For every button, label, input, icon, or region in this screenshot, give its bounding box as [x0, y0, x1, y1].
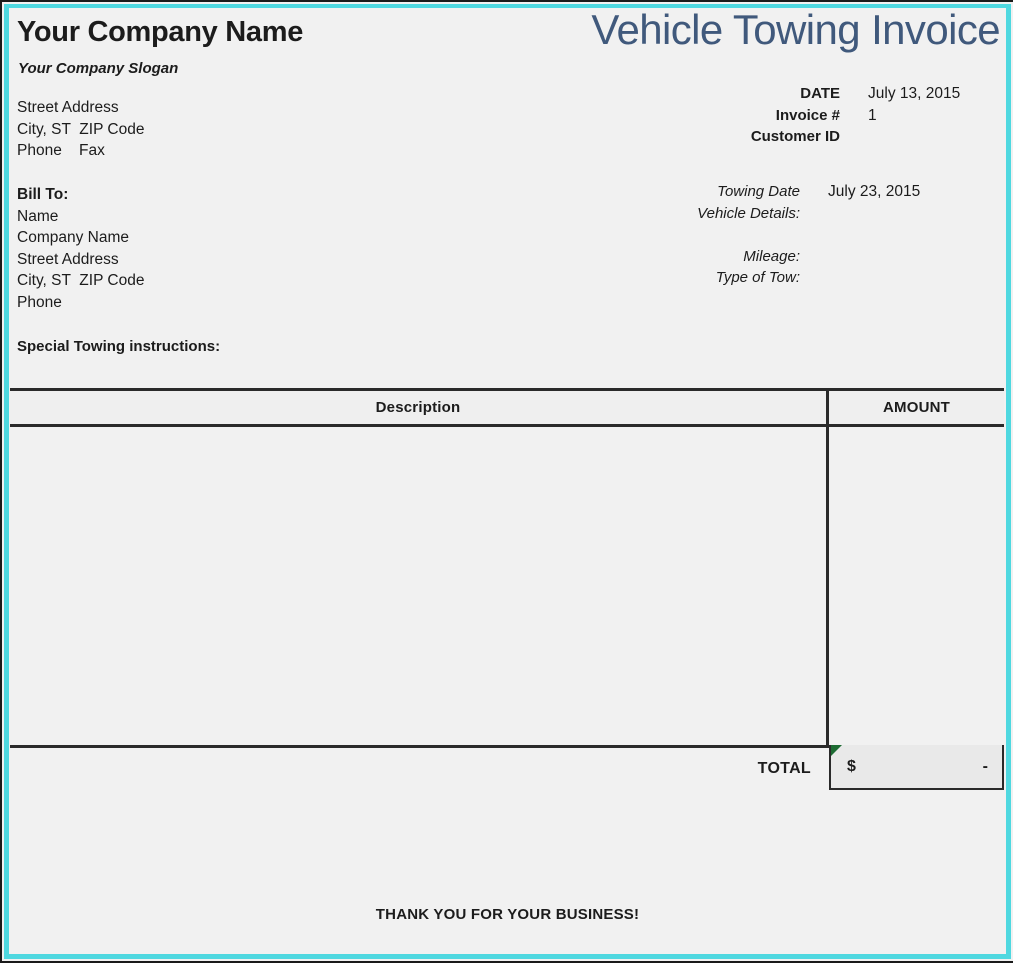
special-instructions-section: Special Towing instructions: [9, 328, 1006, 388]
bill-to-lines[interactable]: Name Company Name Street Address City, S… [17, 206, 145, 314]
total-amount-value: - [982, 757, 988, 775]
invoice-meta-block: DATE July 13, 2015 Invoice # 1 Customer … [670, 85, 1000, 150]
mileage-label: Mileage: [743, 247, 800, 265]
amount-header-label: AMOUNT [882, 399, 951, 416]
invoice-paper: Your Company Name Your Company Slogan St… [9, 6, 1006, 954]
invoice-number-value[interactable]: 1 [840, 107, 1000, 125]
total-value-cell[interactable]: $ - [829, 745, 1004, 790]
amount-entry-area[interactable] [829, 427, 1004, 745]
bill-to-heading: Bill To: [17, 186, 69, 203]
type-of-tow-label: Type of Tow: [715, 269, 800, 286]
total-row: TOTAL $ - [10, 745, 1004, 790]
company-slogan: Your Company Slogan [18, 60, 179, 77]
towing-row-type-of-tow: Type of Tow: [630, 269, 1000, 291]
invoice-footer: THANK YOU FOR YOUR BUSINESS! [9, 906, 1006, 924]
description-entry-area[interactable] [10, 427, 829, 745]
towing-row-blank [630, 226, 1000, 248]
date-label: DATE [800, 85, 840, 102]
invoice-page: Your Company Name Your Company Slogan St… [0, 0, 1013, 963]
page-title: Vehicle Towing Invoice [591, 6, 1000, 53]
special-instructions-label: Special Towing instructions: [17, 338, 221, 355]
column-header-description: Description [10, 391, 829, 424]
thank-you-message: THANK YOU FOR YOUR BUSINESS! [375, 906, 640, 923]
towing-date-value[interactable]: July 23, 2015 [800, 183, 1000, 201]
total-currency-symbol: $ [847, 757, 856, 775]
towing-row-mileage: Mileage: [630, 248, 1000, 270]
parties-section: Bill To: Name Company Name Street Addres… [9, 178, 1006, 328]
line-items-body [10, 427, 1004, 745]
meta-row-invoice-number: Invoice # 1 [670, 107, 1000, 129]
description-header-label: Description [375, 399, 461, 416]
date-value[interactable]: July 13, 2015 [840, 85, 1000, 103]
company-name: Your Company Name [17, 16, 304, 48]
towing-date-label: Towing Date [717, 183, 800, 200]
towing-details-block: Towing Date July 23, 2015 Vehicle Detail… [630, 183, 1000, 291]
total-label-cell: TOTAL [10, 748, 829, 790]
line-items-table: Description AMOUNT [10, 388, 1004, 748]
bill-to-block: Bill To: Name Company Name Street Addres… [17, 184, 145, 313]
towing-row-towing-date: Towing Date July 23, 2015 [630, 183, 1000, 205]
total-label: TOTAL [757, 760, 811, 777]
vehicle-details-label: Vehicle Details: [697, 204, 800, 222]
invoice-header: Your Company Name Your Company Slogan St… [9, 6, 1006, 178]
column-header-amount: AMOUNT [829, 391, 1004, 424]
company-address-block: Street Address City, ST ZIP Code Phone F… [17, 99, 145, 159]
comment-marker-icon [831, 745, 842, 756]
customer-id-label: Customer ID [750, 128, 840, 145]
towing-row-vehicle-details: Vehicle Details: [630, 205, 1000, 227]
invoice-number-label: Invoice # [775, 106, 840, 124]
line-items-header-row: Description AMOUNT [10, 391, 1004, 427]
meta-row-customer-id: Customer ID [670, 128, 1000, 150]
meta-row-date: DATE July 13, 2015 [670, 85, 1000, 107]
